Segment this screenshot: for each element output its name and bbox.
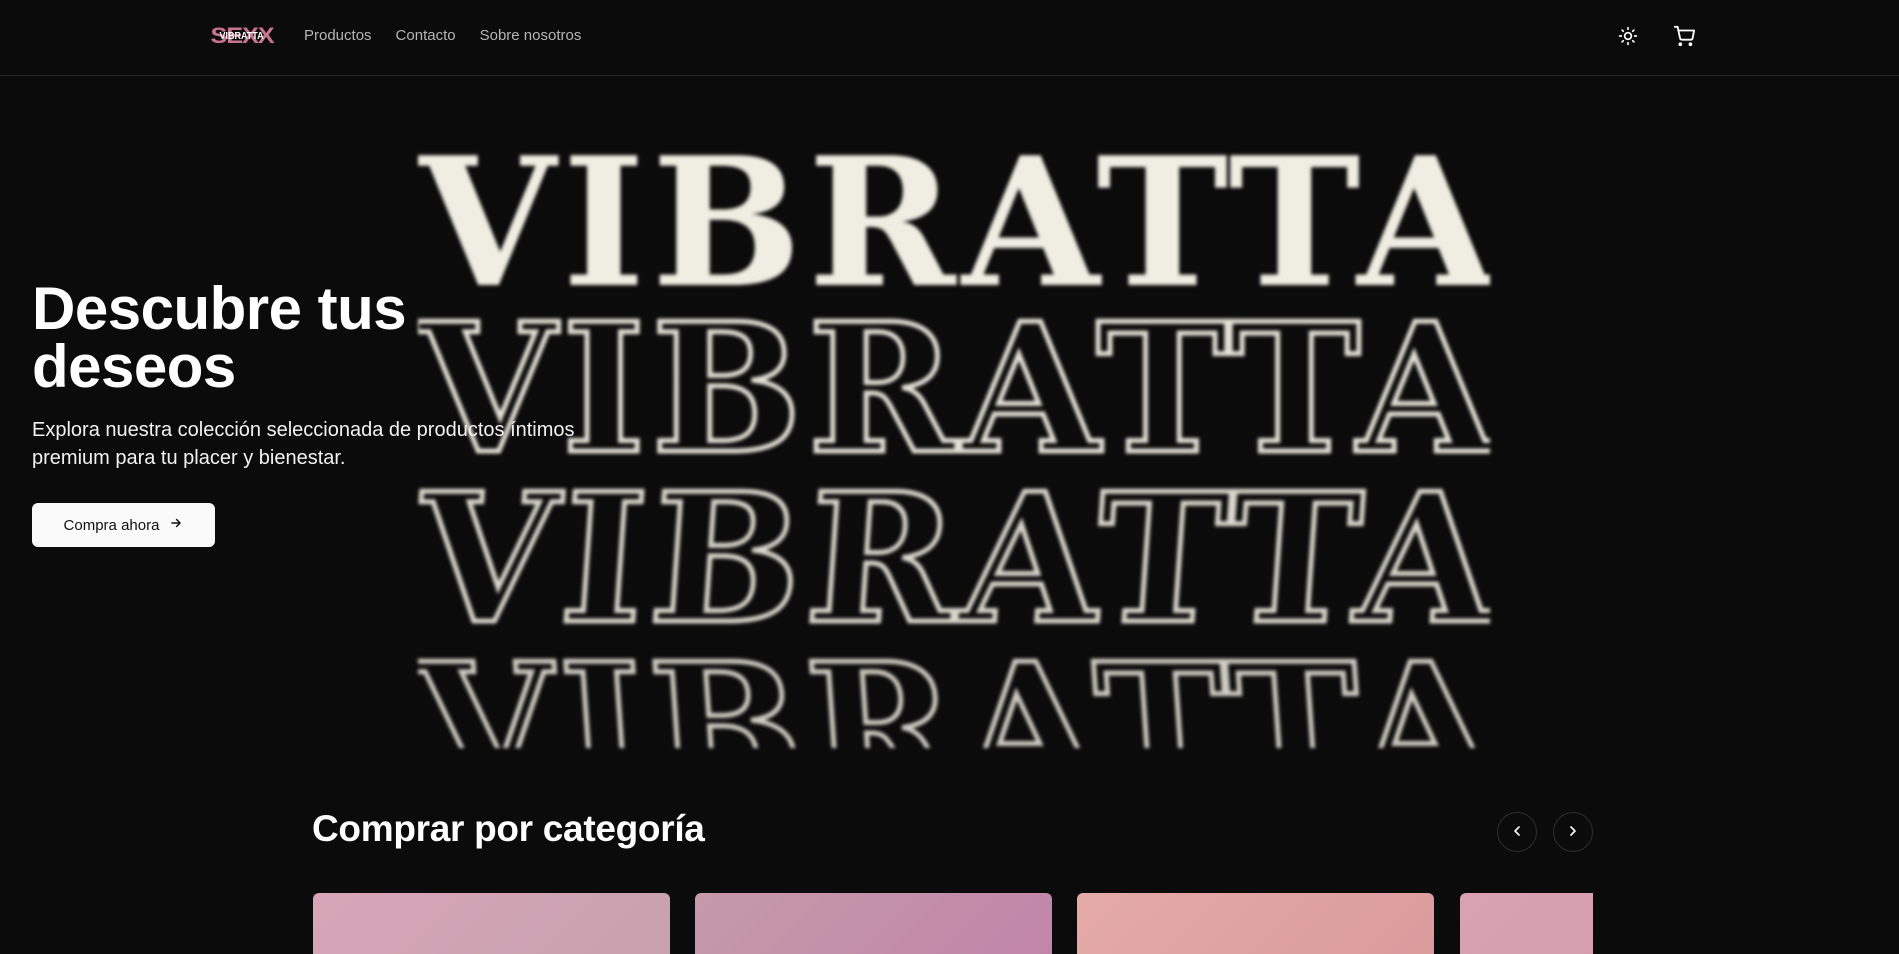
hero-title-line: Descubre tus (32, 275, 407, 342)
category-card[interactable] (1460, 893, 1593, 954)
shop-now-button[interactable]: Compra ahora (32, 503, 215, 547)
logo[interactable]: SEXX VIBRATTA (210, 24, 275, 48)
carousel-prev-button[interactable] (1497, 812, 1537, 852)
nav-link-productos[interactable]: Productos (304, 26, 372, 46)
hero-art-text: VIBRATTA (418, 622, 1490, 749)
site-header: SEXX VIBRATTA Productos Contacto Sobre n… (0, 0, 1899, 76)
nav-link-contacto[interactable]: Contacto (396, 26, 456, 46)
sun-icon[interactable] (1616, 24, 1640, 48)
category-card[interactable] (313, 893, 670, 954)
shop-now-label: Compra ahora (63, 516, 160, 534)
hero-art-text: VIBRATTA (418, 452, 1490, 666)
categories-title: Comprar por categoría (312, 808, 705, 849)
category-card[interactable] (1077, 893, 1434, 954)
hero-subtitle: Explora nuestra colección seleccionada d… (32, 419, 575, 469)
nav-link-sobre-nosotros[interactable]: Sobre nosotros (480, 26, 582, 46)
carousel-next-button[interactable] (1553, 812, 1593, 852)
chevron-right-icon (1565, 823, 1581, 842)
logo-text: VIBRATTA (219, 30, 265, 42)
hero-title: Descubre tus deseos (32, 275, 407, 400)
chevron-left-icon (1509, 823, 1525, 842)
hero-title-line: deseos (32, 333, 236, 400)
category-card[interactable] (695, 893, 1052, 954)
category-carousel (313, 893, 1593, 954)
cart-icon[interactable] (1672, 24, 1696, 48)
arrow-right-icon (169, 516, 183, 534)
main-nav: Productos Contacto Sobre nosotros (304, 26, 581, 46)
